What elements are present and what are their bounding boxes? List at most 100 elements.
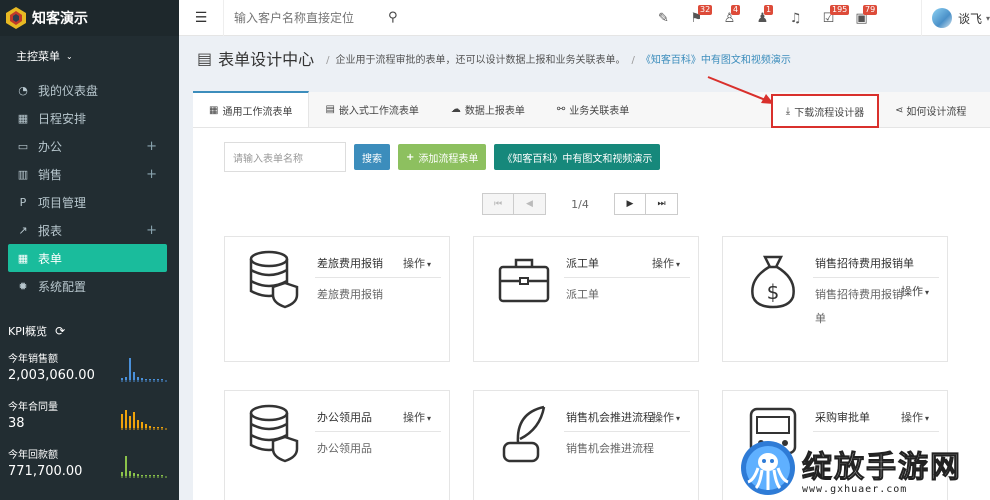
tab-2[interactable]: ▤ 嵌入式工作流表单 (309, 91, 434, 127)
form-card-actions-dropdown[interactable]: 操作 ▾ (652, 255, 680, 271)
form-card[interactable]: 销售机会推进流程 操作 ▾ 销售机会推进流程 (473, 390, 699, 500)
watermark-title: 绽放手游网 (802, 449, 962, 485)
prev-page-button[interactable]: ◀ (514, 193, 546, 215)
sidebar-item[interactable]: ▭ 办公 + (0, 132, 179, 160)
notification-badge: 4 (731, 5, 741, 15)
form-card-actions-dropdown[interactable]: 操作 ▾ (901, 283, 929, 299)
sidebar-item[interactable]: ✹ 系统配置 (0, 272, 179, 300)
sparkline-bar (125, 377, 127, 380)
user-menu[interactable]: 谈飞 ▾ (921, 0, 990, 36)
first-page-button[interactable]: ⏮ (482, 193, 514, 215)
card-divider (315, 431, 441, 432)
refresh-icon[interactable]: ⟳ (55, 324, 65, 338)
octopus-logo-icon (741, 441, 795, 495)
tab-3[interactable]: ☁ 数据上报表单 (435, 91, 541, 127)
user-lock-icon[interactable]: ♙ 4 (713, 0, 746, 36)
customer-search-input[interactable] (234, 10, 394, 25)
form-card-actions-dropdown[interactable]: 操作 ▾ (901, 409, 929, 425)
card-divider (315, 277, 441, 278)
sidebar-item[interactable]: ↗ 报表 + (0, 216, 179, 244)
bell-icon[interactable]: ♫ (779, 0, 812, 36)
form-card-title[interactable]: 差旅费用报销 (317, 255, 383, 271)
form-card-actions-dropdown[interactable]: 操作 ▾ (403, 409, 431, 425)
sparkline-bar (121, 414, 123, 428)
sidebar-item-label: 我的仪表盘 (38, 83, 99, 98)
form-card-title[interactable]: 采购审批单 (815, 409, 870, 425)
actions-label: 操作 (403, 411, 425, 424)
search-button[interactable]: 搜索 (354, 144, 390, 170)
plus-icon[interactable]: + (146, 167, 157, 182)
sidebar-item[interactable]: ▦ 表单 (8, 244, 167, 272)
caret-down-icon: ▾ (427, 414, 432, 423)
sparkline-bar (129, 471, 131, 476)
form-card-title[interactable]: 销售机会推进流程 (566, 409, 654, 425)
sparkline-bar (157, 475, 159, 476)
flag-icon[interactable]: ⚑ 32 (680, 0, 713, 36)
form-card-actions-dropdown[interactable]: 操作 ▾ (652, 409, 680, 425)
card-divider (564, 431, 690, 432)
sparkline-bar (121, 472, 123, 476)
form-card[interactable]: 派工单 操作 ▾ 派工单 (473, 236, 699, 362)
actions-label: 操作 (901, 411, 923, 424)
sidebar-item[interactable]: P 项目管理 (0, 188, 179, 216)
magic-wand-icon[interactable]: ✎ (647, 0, 680, 36)
form-card[interactable]: 办公领用品 操作 ▾ 办公领用品 (224, 390, 450, 500)
sparkline-bar (133, 412, 135, 428)
logo[interactable]: 知客演示 (0, 0, 179, 36)
line-chart-icon: ↗ (18, 223, 28, 237)
user-remove-icon[interactable]: ♟ 1 (746, 0, 779, 36)
next-page-button[interactable]: ▶ (614, 193, 646, 215)
form-card-description: 差旅费用报销 (317, 288, 383, 301)
newspaper-icon: ▤ (197, 48, 213, 68)
kpi-list: 今年销售额 2,003,060.00 今年合同量 38 今年回款额 771,700.00 (0, 344, 179, 488)
sparkline-bar (141, 422, 143, 428)
table-icon: ▦ (17, 251, 29, 265)
file-icon: ▤ (325, 103, 335, 115)
wiki-button[interactable]: 《知客百科》中有图文和视频演示 (494, 144, 661, 170)
search-icon[interactable]: ⚲ (388, 10, 398, 25)
database-shield-icon (249, 250, 299, 309)
quill-pen-icon (502, 405, 546, 463)
last-page-button[interactable]: ⏭ (646, 193, 678, 215)
form-tabs: ▦ 通用工作流表单 ▤ 嵌入式工作流表单 ☁ 数据上报表单 ⚯ 业务关联表单 ⤓ 下载流程设计… (193, 76, 990, 128)
form-card-title[interactable]: 派工单 (566, 255, 599, 271)
form-name-input[interactable]: 请输入表单名称 (224, 142, 346, 172)
form-card-description: 销售招待费用报销单 (815, 288, 903, 325)
sidebar-item[interactable]: ▦ 日程安排 (0, 104, 179, 132)
sidebar-item[interactable]: ▥ 销售 + (0, 160, 179, 188)
sparkline-bar (133, 473, 135, 476)
sparkline-bar (161, 379, 163, 380)
download-designer-label: 下载流程设计器 (794, 107, 865, 119)
plus-icon[interactable]: + (146, 223, 157, 238)
menu-title[interactable]: 主控菜单 ⌄ (0, 36, 179, 76)
page-title: 表单设计中心 (218, 50, 315, 69)
tab-1[interactable]: ▦ 通用工作流表单 (193, 91, 310, 127)
wiki-link[interactable]: 《知客百科》中有图文和视频演示 (641, 51, 791, 66)
sparkline-bar (125, 456, 127, 476)
form-card-title[interactable]: 销售招待费用报销单 (815, 255, 914, 271)
plus-icon[interactable]: + (146, 139, 157, 154)
form-card-title[interactable]: 办公领用品 (317, 409, 372, 425)
form-card[interactable]: 差旅费用报销 操作 ▾ 差旅费用报销 (224, 236, 450, 362)
kpi-block: 今年销售额 2,003,060.00 (0, 344, 179, 392)
add-form-button[interactable]: + 添加流程表单 (398, 144, 487, 170)
sidebar-item-label: 报表 (38, 223, 63, 238)
form-card[interactable]: $ 销售招待费用报销单 操作 ▾ 销售招待费用报销单 (722, 236, 948, 362)
menu-toggle-icon[interactable]: ☰ (179, 10, 223, 26)
download-icon: ⤓ (785, 105, 791, 117)
sparkline-bar (161, 427, 163, 428)
calendar-check-icon[interactable]: ☑ 195 (812, 0, 850, 36)
sparkline-bar (137, 377, 139, 380)
notification-badge: 1 (764, 5, 774, 15)
sidebar-item[interactable]: ◔ 我的仪表盘 (0, 76, 179, 104)
form-card-actions-dropdown[interactable]: 操作 ▾ (403, 255, 431, 271)
sparkline-bar (141, 378, 143, 380)
watermark: 绽放手游网 www.gxhuaer.com (740, 436, 990, 500)
tab-4[interactable]: ⚯ 业务关联表单 (541, 91, 645, 127)
briefcase-icon[interactable]: ▣ 79 (845, 0, 878, 36)
how-to-design-link[interactable]: ⋖ 如何设计流程 (895, 92, 966, 128)
customer-search: ⚲ (223, 0, 413, 36)
plus-icon: + (406, 151, 415, 163)
download-designer-button[interactable]: ⤓ 下载流程设计器 (771, 94, 879, 128)
dashboard-icon: ◔ (18, 83, 28, 97)
